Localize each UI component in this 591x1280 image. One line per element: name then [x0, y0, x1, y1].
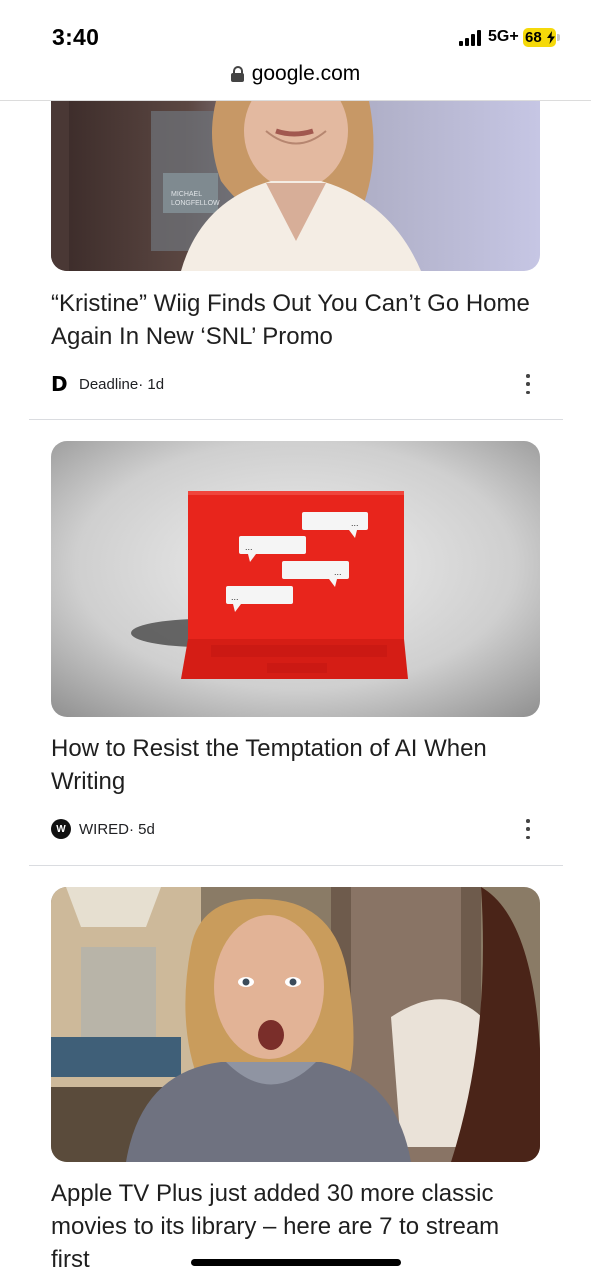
home-indicator[interactable] — [191, 1259, 401, 1266]
publish-age: · 1d — [138, 375, 165, 393]
deadline-logo-icon: D — [51, 372, 68, 396]
article-1-headline[interactable]: “Kristine” Wiig Finds Out You Can’t Go H… — [51, 287, 541, 353]
clock: 3:40 — [52, 24, 100, 50]
status-bar: 3:40 5G+ 68 — [0, 0, 591, 60]
article-3-image[interactable] — [51, 887, 540, 1162]
url-text[interactable]: google.com — [252, 62, 361, 86]
nameplate-line-2: LONGFELLOW — [171, 200, 220, 207]
bubble-2-text: ... — [245, 542, 253, 552]
source-name: WIRED — [79, 820, 129, 838]
article-2-source[interactable]: W WIRED · 5d — [51, 819, 155, 839]
bubble-4-text: ... — [231, 592, 239, 602]
article-2-headline[interactable]: How to Resist the Temptation of AI When … — [51, 732, 541, 798]
battery-indicator: 68 — [523, 28, 560, 47]
wired-logo-icon: W — [51, 819, 71, 839]
bolt-icon — [547, 31, 555, 44]
address-bar[interactable]: google.com — [0, 62, 591, 100]
article-1-more-vert-icon[interactable] — [520, 374, 536, 394]
article-2-image[interactable]: ... ... ... ... — [51, 441, 540, 717]
battery-level: 68 — [525, 29, 542, 46]
article-divider — [29, 419, 563, 420]
article-divider — [29, 865, 563, 866]
lock-icon — [230, 66, 244, 82]
article-1-image[interactable]: MICHAEL LONGFELLOW — [51, 101, 540, 271]
signal-bars-icon — [459, 30, 484, 46]
source-name: Deadline — [79, 375, 139, 393]
bubble-3-text: ... — [334, 567, 342, 577]
article-2-more-vert-icon[interactable] — [520, 819, 536, 839]
network-type: 5G+ — [488, 28, 519, 45]
article-1-source[interactable]: D Deadline · 1d — [51, 373, 164, 395]
publish-age: · 5d — [129, 820, 155, 838]
bubble-1-text: ... — [351, 518, 359, 528]
news-feed: MICHAEL LONGFELLOW “Kristine” Wiig Finds… — [0, 101, 591, 1280]
nameplate-line-1: MICHAEL — [171, 191, 202, 198]
